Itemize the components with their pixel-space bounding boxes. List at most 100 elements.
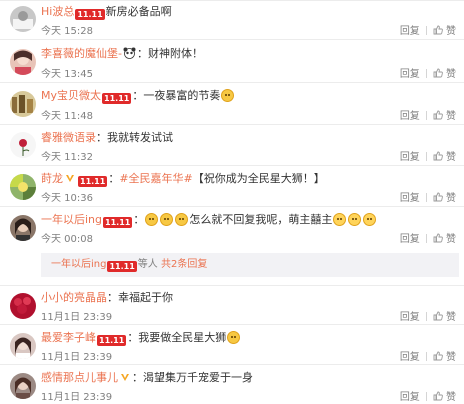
thumbs-up-icon — [433, 68, 443, 78]
reply-button[interactable]: 回复 — [400, 193, 420, 204]
like-label: 赞 — [446, 312, 456, 323]
username-link[interactable]: 一年以后ing — [41, 213, 102, 226]
like-button[interactable]: 赞 — [433, 391, 456, 403]
reply-button[interactable]: 回复 — [400, 26, 420, 37]
comment-item: 李喜薇的魔仙堡- ：财神附体！ 今天 13:45 回复 赞 — [0, 41, 464, 83]
anniversary-badge: 11.11 — [75, 9, 105, 20]
comment-time: 11月1日 23:39 — [41, 392, 113, 403]
like-button[interactable]: 赞 — [433, 25, 456, 37]
like-label: 赞 — [446, 26, 456, 37]
comment-item: Hi波总 11.11 新房必备品啊 今天 15:28 回复 赞 — [0, 0, 464, 40]
reply-button[interactable]: 回复 — [400, 152, 420, 163]
like-button[interactable]: 赞 — [433, 68, 456, 80]
username-link[interactable]: 莳龙 — [41, 172, 63, 185]
reply-button[interactable]: 回复 — [400, 352, 420, 363]
comment-item: 莳龙 11.11 ：#全民嘉年华#【祝你成为全民星大狮！】 今天 10:36 回复 … — [0, 167, 464, 207]
thumbs-up-icon — [433, 311, 443, 321]
avatar[interactable] — [10, 91, 36, 117]
like-button[interactable]: 赞 — [433, 110, 456, 122]
comment-actions: 回复 赞 — [400, 65, 456, 80]
like-button[interactable]: 赞 — [433, 192, 456, 204]
divider — [425, 193, 427, 202]
avatar[interactable] — [10, 333, 36, 359]
anniversary-badge: 11.11 — [102, 93, 132, 104]
smiley-emoji-icon — [175, 213, 189, 226]
like-button[interactable]: 赞 — [433, 311, 456, 323]
comment-line: 小小的亮晶晶：幸福起于你 — [41, 290, 456, 306]
username-link[interactable]: 小小的亮晶晶 — [41, 291, 107, 304]
reply-button[interactable]: 回复 — [400, 392, 420, 403]
reply-button[interactable]: 回复 — [400, 111, 420, 122]
comment-feed: Hi波总 11.11 新房必备品啊 今天 15:28 回复 赞 李喜薇的魔仙堡- ：财… — [0, 0, 464, 404]
anniversary-badge: 11.11 — [103, 217, 133, 228]
sub-reply-summary[interactable]: 一年以后ing 11.11 等人 共2条回复 — [41, 253, 459, 277]
reply-button[interactable]: 回复 — [400, 312, 420, 323]
comment-item: 最爱李子峰 11.11 ：我要做全民星大狮 11月1日 23:39 回复 赞 — [0, 326, 464, 365]
reply-button[interactable]: 回复 — [400, 234, 420, 245]
username-link[interactable]: 睿雅微语录 — [41, 131, 96, 144]
verified-v-icon — [121, 374, 129, 381]
comment-item: 小小的亮晶晶：幸福起于你 11月1日 23:39 回复 赞 — [0, 287, 464, 325]
comment-item: 睿雅微语录：我就转发试试 今天 11:32 回复 赞 — [0, 126, 464, 166]
like-label: 赞 — [446, 352, 456, 363]
divider — [425, 26, 427, 35]
comment-line: Hi波总 11.11 新房必备品啊 — [41, 4, 456, 20]
thumbs-up-icon — [433, 192, 443, 202]
divider — [425, 352, 427, 361]
comment-time: 今天 11:48 — [41, 111, 93, 122]
comment-actions: 回复 赞 — [400, 148, 456, 163]
avatar[interactable] — [10, 373, 36, 399]
view-replies-link[interactable]: 共2条回复 — [161, 259, 207, 270]
sub-reply-text: 等人 — [137, 259, 158, 270]
avatar[interactable] — [10, 6, 36, 32]
avatar[interactable] — [10, 49, 36, 75]
avatar[interactable] — [10, 174, 36, 200]
like-button[interactable]: 赞 — [433, 151, 456, 163]
reply-button[interactable]: 回复 — [400, 69, 420, 80]
comment-line: 莳龙 11.11 ：#全民嘉年华#【祝你成为全民星大狮！】 — [41, 172, 325, 187]
comment-item: My宝贝微太 11.11 ：一夜暴富的节奏 今天 11:48 回复 赞 — [0, 84, 464, 125]
comment-text: ：渴望集万千宠爱于一身 — [132, 371, 253, 384]
divider — [425, 234, 427, 243]
divider — [425, 152, 427, 161]
like-button[interactable]: 赞 — [433, 233, 456, 245]
username-link[interactable]: 最爱李子峰 — [41, 331, 96, 344]
comment-line: 睿雅微语录：我就转发试试 — [41, 130, 456, 146]
thumbs-up-icon — [433, 151, 443, 161]
topic-link[interactable]: #全民嘉年华# — [119, 172, 192, 185]
like-label: 赞 — [446, 234, 456, 245]
thumbs-up-icon — [433, 233, 443, 243]
username-link[interactable]: My宝贝微太 — [41, 89, 101, 102]
anniversary-badge: 11.11 — [78, 176, 108, 187]
comment-text: 新房必备品啊 — [105, 5, 172, 18]
comment-text: 怎么就不回复我呢，萌主囍主 — [189, 213, 333, 226]
comment-line: 一年以后ing 11.11：怎么就不回复我呢，萌主囍主 — [41, 212, 456, 228]
verified-v-icon — [66, 175, 74, 182]
username-link[interactable]: Hi波总 — [41, 5, 74, 18]
like-label: 赞 — [446, 69, 456, 80]
comment-actions: 回复 赞 — [400, 22, 456, 37]
grin-emoji-icon — [227, 331, 241, 344]
like-button[interactable]: 赞 — [433, 351, 456, 363]
comment-text: 【祝你成为全民星大狮！】 — [192, 172, 325, 185]
comment-actions: 回复 赞 — [400, 107, 456, 122]
like-label: 赞 — [446, 193, 456, 204]
thumbs-up-icon — [433, 110, 443, 120]
avatar[interactable] — [10, 132, 36, 158]
laugh-cry-emoji-icon — [333, 213, 347, 226]
comment-text: ：一夜暴富的节奏 — [132, 89, 221, 102]
thumbs-up-icon — [433, 25, 443, 35]
smiley-emoji-icon — [145, 213, 159, 226]
avatar[interactable] — [10, 215, 36, 241]
comment-time: 今天 11:32 — [41, 152, 93, 163]
laugh-cry-emoji-icon — [363, 213, 377, 226]
thumbs-up-icon — [433, 351, 443, 361]
divider — [425, 69, 427, 78]
comment-actions: 回复 赞 — [400, 230, 456, 245]
avatar[interactable] — [10, 293, 36, 319]
username-link[interactable]: 感情那点儿事儿 — [41, 371, 118, 384]
like-label: 赞 — [446, 392, 456, 403]
laugh-cry-emoji-icon — [348, 213, 362, 226]
username-link[interactable]: 一年以后ing — [51, 259, 106, 270]
username-link[interactable]: 李喜薇的魔仙堡- — [41, 47, 122, 60]
